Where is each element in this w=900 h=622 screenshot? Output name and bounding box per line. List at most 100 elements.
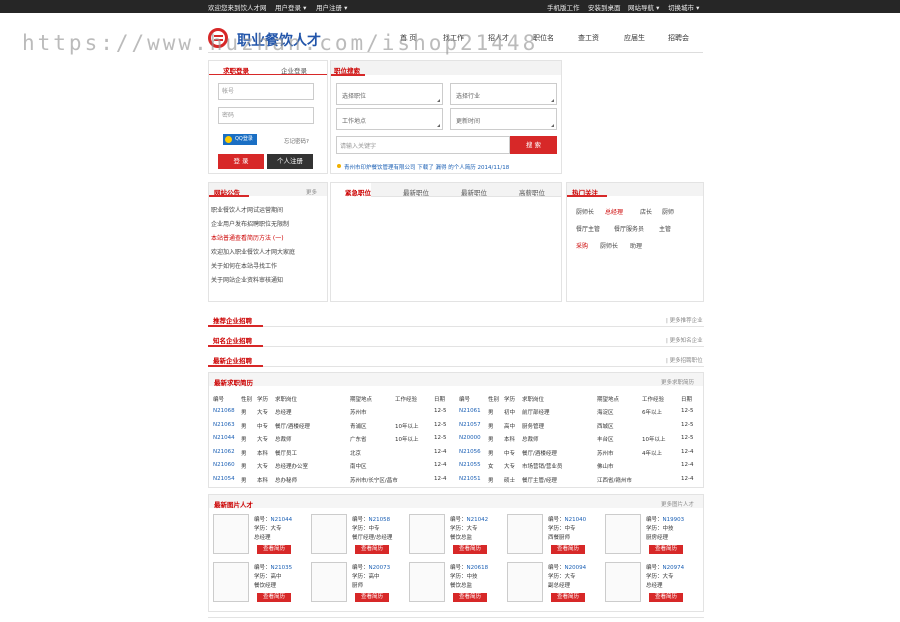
table-cell[interactable]: 总办秘师 xyxy=(275,476,297,484)
user-login-menu[interactable]: 用户登录 ▾ xyxy=(275,2,306,12)
register-button[interactable]: 个人注册 xyxy=(267,154,313,169)
resume-id-link[interactable]: N21061 xyxy=(459,408,481,414)
notice-item[interactable]: 关于如何在本站寻找工作 xyxy=(211,261,277,270)
location-select[interactable]: 工作地点 xyxy=(336,108,443,130)
hot-item[interactable]: 总经理 xyxy=(605,207,623,216)
hot-item[interactable]: 店长 xyxy=(640,207,652,216)
table-cell[interactable]: 总经理 xyxy=(275,408,292,416)
notice-item[interactable]: 职业餐饮人才网试运营期间 xyxy=(211,205,283,214)
notice-more-link[interactable]: 更多 xyxy=(306,188,317,196)
resume-id-link[interactable]: N21060 xyxy=(213,462,235,468)
talent-photo[interactable] xyxy=(605,514,641,554)
talent-job: 副总经理 xyxy=(548,581,570,589)
view-resume-button[interactable]: 查看简历 xyxy=(649,545,683,554)
talent-photo[interactable] xyxy=(507,562,543,602)
table-cell: 大专 xyxy=(257,410,269,416)
site-nav-menu[interactable]: 网站导航 ▾ xyxy=(628,2,659,12)
hot-item[interactable]: 餐厅服务员 xyxy=(614,224,644,233)
resume-id-link[interactable]: N21051 xyxy=(459,476,481,482)
hot-item[interactable]: 助理 xyxy=(630,241,642,250)
tab-new-jobs[interactable]: 最新职位 xyxy=(461,187,487,197)
notice-item[interactable]: 本站普通查看简历方法 (一) xyxy=(211,233,284,242)
resume-id-link[interactable]: N21068 xyxy=(213,408,235,414)
talent-photo[interactable] xyxy=(213,514,249,554)
field-value: 总经理 xyxy=(254,535,271,541)
resume-id-link[interactable]: N21063 xyxy=(213,422,235,428)
table-cell[interactable]: 总经理办公室 xyxy=(275,462,308,470)
resume-id-link[interactable]: N21055 xyxy=(459,462,481,468)
hot-item[interactable]: 厨师长 xyxy=(600,241,618,250)
resume-id-link[interactable]: N21057 xyxy=(459,422,481,428)
tab-personal-login[interactable]: 求职登录 xyxy=(223,65,249,75)
notice-item[interactable]: 企业用户发布招聘职位无限制 xyxy=(211,219,289,228)
view-resume-button[interactable]: 查看简历 xyxy=(649,593,683,602)
hot-item[interactable]: 采购 xyxy=(576,241,588,250)
view-resume-button[interactable]: 查看简历 xyxy=(551,545,585,554)
hot-item[interactable]: 餐厅主管 xyxy=(576,224,600,233)
resume-more-link[interactable]: 更多求职简历 xyxy=(661,378,694,386)
resume-id-link[interactable]: N21054 xyxy=(213,476,235,482)
talent-photo[interactable] xyxy=(409,562,445,602)
view-resume-button[interactable]: 查看简历 xyxy=(453,545,487,554)
table-cell[interactable]: 餐厅/酒楼经理 xyxy=(522,449,557,457)
table-cell[interactable]: 厨务管理 xyxy=(522,422,544,430)
industry-select[interactable]: 选择行业 xyxy=(450,83,557,105)
table-cell[interactable]: 餐厅员工 xyxy=(275,449,297,457)
hot-item[interactable]: 厨师 xyxy=(662,207,674,216)
nav-salary[interactable]: 查工资 xyxy=(578,33,599,43)
hot-item[interactable]: 主管 xyxy=(659,224,671,233)
install-link[interactable]: 安装到桌面 xyxy=(588,2,621,12)
table-cell: 男 xyxy=(488,477,494,484)
table-cell[interactable]: 餐厅主管/经理 xyxy=(522,476,557,484)
latest-company-more[interactable]: | 更多招聘职位 xyxy=(666,356,703,364)
login-button[interactable]: 登 录 xyxy=(218,154,264,169)
table-cell[interactable]: 总裁师 xyxy=(522,435,539,443)
forgot-password-link[interactable]: 忘记密码? xyxy=(284,137,309,145)
resume-id-link[interactable]: N20000 xyxy=(459,435,481,441)
talent-photo[interactable] xyxy=(311,514,347,554)
download-news[interactable]: 青州市印炉餐饮管理有限公司 下载了 漏得 的个人简历 2014/11/18 xyxy=(344,163,509,171)
field-value: N21044 xyxy=(270,517,293,523)
position-select[interactable]: 选择职位 xyxy=(336,83,443,105)
table-cell[interactable]: 总裁师 xyxy=(275,435,292,443)
recommend-company-more[interactable]: | 更多推荐企业 xyxy=(666,316,703,324)
tab-high-pay-jobs[interactable]: 高薪职位 xyxy=(519,187,545,197)
view-resume-button[interactable]: 查看简历 xyxy=(355,593,389,602)
tab-latest-jobs[interactable]: 最新职位 xyxy=(403,187,429,197)
talent-photo[interactable] xyxy=(311,562,347,602)
table-cell[interactable]: 餐厅/酒楼经理 xyxy=(275,422,310,430)
talent-photo[interactable] xyxy=(605,562,641,602)
notice-item[interactable]: 关于网站企业资料审核通知 xyxy=(211,275,283,284)
view-resume-button[interactable]: 查看简历 xyxy=(257,593,291,602)
nav-graduate[interactable]: 应届生 xyxy=(624,33,645,43)
resume-id-link[interactable]: N21062 xyxy=(213,449,235,455)
resume-id-link[interactable]: N21056 xyxy=(459,449,481,455)
talent-photo[interactable] xyxy=(409,514,445,554)
view-resume-button[interactable]: 查看简历 xyxy=(551,593,585,602)
famous-company-more[interactable]: | 更多知名企业 xyxy=(666,336,703,344)
table-cell[interactable]: 前厅部经理 xyxy=(522,408,550,416)
account-input[interactable]: 帐号 xyxy=(218,83,314,100)
view-resume-button[interactable]: 查看简历 xyxy=(257,545,291,554)
resume-id-link[interactable]: N21044 xyxy=(213,435,235,441)
update-time-select[interactable]: 更新时间 xyxy=(450,108,557,130)
view-resume-button[interactable]: 查看简历 xyxy=(355,545,389,554)
talent-photo[interactable] xyxy=(213,562,249,602)
field-value: 餐饮总监 xyxy=(450,535,473,541)
user-register-menu[interactable]: 用户注册 ▾ xyxy=(316,2,347,12)
notice-item[interactable]: 欢迎加入职业餐饮人才网大家庭 xyxy=(211,247,295,256)
password-input[interactable]: 密码 xyxy=(218,107,314,124)
table-cell[interactable]: 市场营销/营业员 xyxy=(522,462,562,470)
tab-company-login[interactable]: 企业登录 xyxy=(281,65,307,75)
nav-jobfair[interactable]: 招聘会 xyxy=(668,33,689,43)
view-resume-button[interactable]: 查看简历 xyxy=(453,593,487,602)
photo-more-link[interactable]: 更多图片人才 xyxy=(661,500,694,508)
keyword-input[interactable]: 请输入关键字 xyxy=(336,136,510,154)
mobile-link[interactable]: 手机版工作 xyxy=(547,2,580,12)
hot-item[interactable]: 厨师长 xyxy=(576,207,594,216)
switch-city-menu[interactable]: 切换城市 ▾ xyxy=(668,2,699,12)
tab-urgent-jobs[interactable]: 紧急职位 xyxy=(345,187,371,197)
hot-underline xyxy=(567,195,607,197)
talent-photo[interactable] xyxy=(507,514,543,554)
search-button[interactable]: 搜 索 xyxy=(510,136,557,154)
